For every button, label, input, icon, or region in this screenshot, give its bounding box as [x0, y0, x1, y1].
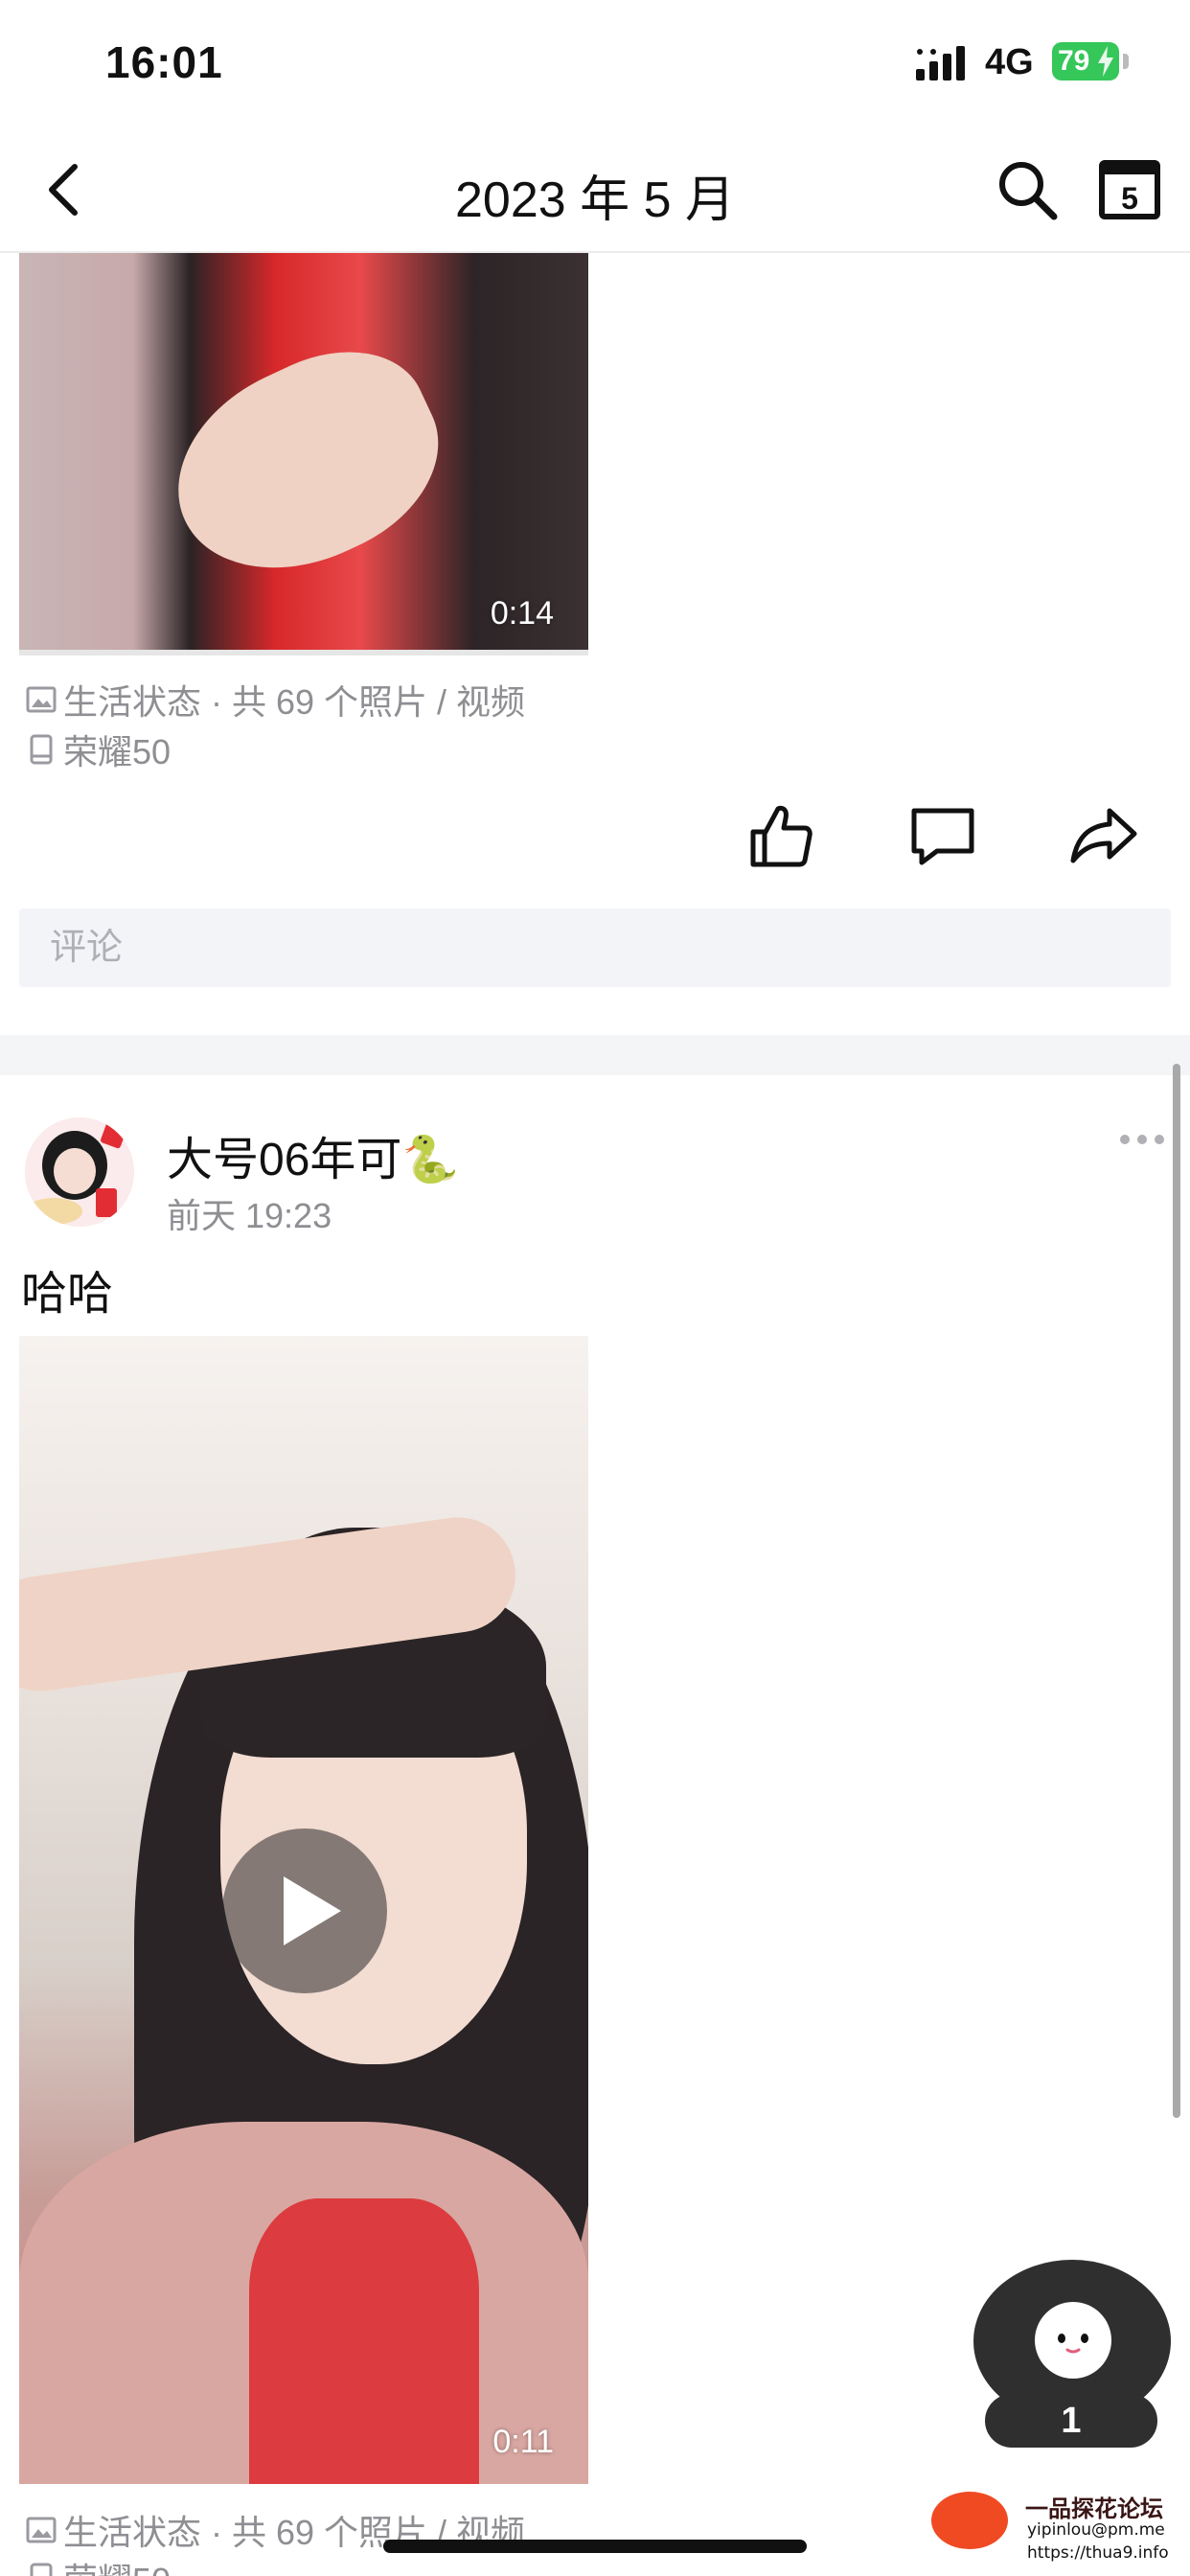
device-info: 荣耀50 [25, 724, 171, 774]
post-video-thumbnail[interactable]: 0:14 [19, 253, 588, 656]
assistant-face-icon [1035, 2302, 1111, 2379]
comment-input[interactable]: 评论 [19, 908, 1171, 987]
post-time: 前天 19:23 [167, 1196, 332, 1235]
home-indicator[interactable] [383, 2540, 807, 2553]
play-icon [284, 1876, 341, 1945]
video-frame-shirt [249, 2198, 479, 2484]
like-icon[interactable] [747, 801, 816, 870]
battery-indicator: 79 [1052, 42, 1119, 80]
post-actions [747, 801, 1188, 878]
status-time: 16:01 [105, 37, 223, 87]
video-duration: 0:11 [492, 2424, 554, 2460]
watermark: 一品探花论坛 yipinlou@pm.me https://thua9.info [926, 2486, 1190, 2576]
device-name: 荣耀50 [63, 2553, 171, 2576]
battery-cap [1123, 54, 1129, 69]
play-button[interactable] [222, 1828, 387, 1993]
comment-icon[interactable] [908, 801, 977, 870]
watermark-title: 一品探花论坛 [1025, 2496, 1163, 2522]
battery-level: 79 [1058, 45, 1090, 77]
video-duration: 0:14 [490, 595, 554, 632]
post-video-thumbnail[interactable]: 0:11 [19, 1336, 588, 2484]
video-bottom-bar [19, 650, 588, 656]
image-icon [26, 2517, 57, 2543]
nav-bar: 2023 年 5 月 5 [0, 126, 1190, 253]
network-type: 4G [985, 42, 1034, 82]
assistant-count-badge: 1 [985, 2394, 1157, 2448]
share-icon[interactable] [1069, 801, 1138, 870]
watermark-url: https://thua9.info [1027, 2543, 1169, 2563]
post-separator [0, 1035, 1190, 1075]
calendar-icon[interactable]: 5 [1098, 157, 1161, 220]
watermark-email: yipinlou@pm.me [1027, 2520, 1165, 2540]
post-text: 哈哈 [21, 1269, 114, 1320]
watermark-logo [931, 2492, 1008, 2549]
device-info: 荣耀50 [25, 2553, 171, 2576]
avatar-illustration [25, 1117, 134, 1227]
charging-bolt-icon [1098, 46, 1113, 77]
calendar-day: 5 [1121, 181, 1138, 216]
status-bar: 16:01 4G 79 [0, 0, 1190, 126]
album-text: 生活状态 · 共 69 个照片 / 视频 [63, 682, 526, 722]
image-icon [26, 686, 57, 713]
phone-icon [30, 2563, 53, 2576]
username[interactable]: 大号06年可🐍 [167, 1121, 459, 1188]
signal-icon [916, 46, 965, 80]
video-frame-hand [144, 320, 469, 608]
device-name: 荣耀50 [63, 732, 172, 771]
avatar[interactable] [25, 1117, 134, 1227]
scrollbar[interactable] [1173, 1064, 1180, 2118]
more-icon[interactable] [1119, 1131, 1165, 1148]
album-info[interactable]: 生活状态 · 共 69 个照片 / 视频 [25, 675, 525, 724]
floating-assistant-button[interactable]: 1 [973, 2260, 1171, 2463]
phone-icon [30, 734, 53, 765]
search-icon[interactable] [995, 157, 1060, 222]
